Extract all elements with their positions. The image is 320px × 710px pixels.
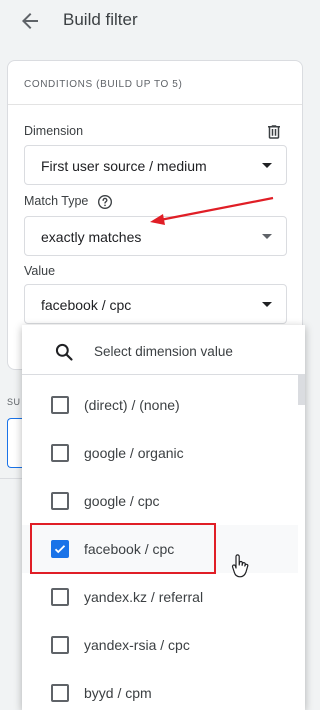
value-select[interactable]: facebook / cpc [24, 284, 287, 324]
checkbox[interactable] [51, 492, 69, 510]
conditions-header: CONDITIONS (BUILD UP TO 5) [8, 61, 302, 105]
help-circle-icon[interactable] [97, 194, 113, 210]
header-bar: Build filter [0, 0, 305, 44]
checkbox[interactable] [51, 588, 69, 606]
caret-down-icon [262, 163, 272, 168]
dimension-value-dropdown: (direct) / (none) google / organic googl… [22, 325, 305, 710]
page-title: Build filter [63, 10, 138, 29]
list-item[interactable]: (direct) / (none) [22, 381, 298, 429]
list-item[interactable]: google / organic [22, 429, 298, 477]
divider [0, 478, 22, 479]
checkbox[interactable] [51, 396, 69, 414]
list-item[interactable]: yandex-rsia / cpc [22, 621, 298, 669]
value-label: Value [24, 264, 56, 278]
search-icon [55, 343, 73, 361]
list-item-selected[interactable]: facebook / cpc [22, 525, 298, 573]
match-type-select[interactable]: exactly matches [24, 216, 287, 256]
option-label: google / cpc [84, 493, 160, 509]
list-item[interactable]: byyd / cpm [22, 669, 298, 710]
option-label: yandex.kz / referral [84, 589, 204, 605]
conditions-card: CONDITIONS (BUILD UP TO 5) Dimension Fir… [7, 60, 303, 370]
checkbox[interactable] [51, 444, 69, 462]
search-input[interactable] [94, 337, 294, 365]
match-type-value: exactly matches [41, 229, 142, 245]
option-label: google / organic [84, 445, 184, 461]
section-label-truncated: SU [7, 397, 21, 407]
caret-down-icon [262, 302, 272, 307]
option-label: (direct) / (none) [84, 397, 180, 413]
list-item[interactable]: google / cpc [22, 477, 298, 525]
conditions-label: CONDITIONS (BUILD UP TO 5) [24, 79, 183, 90]
checkmark-icon [54, 545, 66, 554]
value-field-value: facebook / cpc [41, 297, 132, 313]
caret-down-icon [262, 234, 272, 239]
option-label: facebook / cpc [84, 541, 175, 557]
checkbox[interactable] [51, 684, 69, 702]
checkbox-checked[interactable] [51, 540, 69, 558]
trash-icon[interactable] [265, 123, 283, 141]
list-item[interactable]: yandex.kz / referral [22, 573, 298, 621]
dimension-select[interactable]: First user source / medium [24, 145, 287, 185]
checkbox[interactable] [51, 636, 69, 654]
option-label: byyd / cpm [84, 685, 152, 701]
dimension-label: Dimension [24, 124, 84, 138]
match-type-label: Match Type [24, 194, 89, 208]
dropdown-search [22, 325, 305, 375]
arrow-left-icon[interactable] [18, 9, 42, 33]
scrollbar[interactable] [298, 375, 305, 405]
dimension-value: First user source / medium [41, 158, 207, 174]
option-label: yandex-rsia / cpc [84, 637, 190, 653]
